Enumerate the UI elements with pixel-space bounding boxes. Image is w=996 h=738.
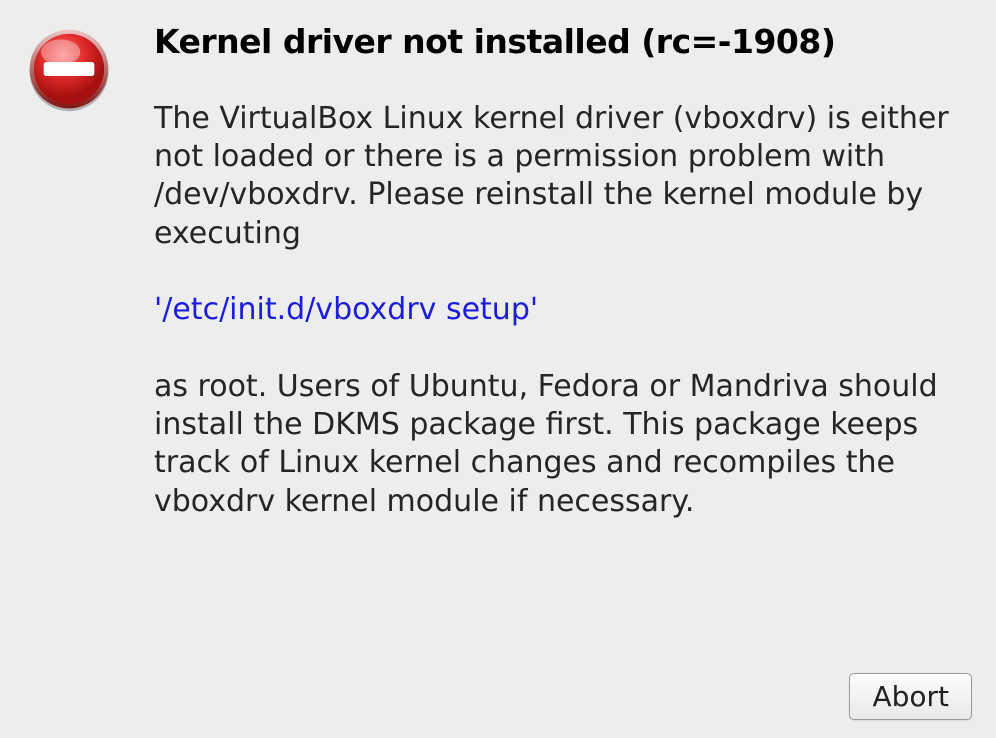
text-column: Kernel driver not installed (rc=-1908) T… xyxy=(144,22,972,521)
icon-column xyxy=(24,22,144,118)
abort-button[interactable]: Abort xyxy=(849,673,972,720)
button-row: Abort xyxy=(24,659,972,720)
dialog-body: Kernel driver not installed (rc=-1908) T… xyxy=(24,22,972,659)
command-text: '/etc/init.d/vboxdrv setup' xyxy=(154,291,966,329)
message-paragraph-2: as root. Users of Ubuntu, Fedora or Mand… xyxy=(154,368,966,522)
error-dialog: Kernel driver not installed (rc=-1908) T… xyxy=(0,0,996,738)
message-paragraph-1: The VirtualBox Linux kernel driver (vbox… xyxy=(154,100,966,254)
dialog-title: Kernel driver not installed (rc=-1908) xyxy=(154,22,966,62)
error-icon xyxy=(24,24,114,114)
